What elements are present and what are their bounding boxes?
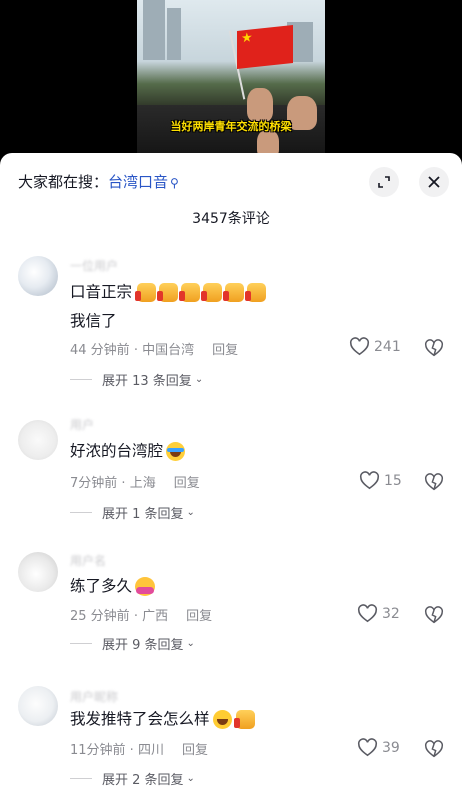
dislike-icon[interactable] <box>424 339 444 357</box>
comment-text-line-1: 我发推特了会怎么样 <box>70 708 258 730</box>
expand-replies-button[interactable]: 展开 9 条回复 ⌄ <box>70 634 195 653</box>
comment-username[interactable]: 一位用户 <box>70 257 118 274</box>
like-count: 39 <box>382 739 400 756</box>
avatar[interactable] <box>18 256 58 296</box>
comment-location: 广西 <box>142 609 169 624</box>
dislike-icon[interactable] <box>424 473 444 491</box>
heart-icon <box>358 604 377 623</box>
like-count: 32 <box>382 605 400 622</box>
expand-icon <box>378 176 390 188</box>
expand-replies-button[interactable]: 展开 13 条回复 ⌄ <box>70 370 203 389</box>
comment-location: 上海 <box>129 476 156 491</box>
search-prefix: 大家都在搜： <box>18 173 109 191</box>
comment-text-line-1: 好浓的台湾腔 <box>70 440 186 462</box>
close-icon <box>428 176 440 188</box>
video-player[interactable]: ★ 当好两岸青年交流的桥梁 <box>0 0 462 175</box>
chevron-down-icon: ⌄ <box>186 507 195 518</box>
grinning-sweat-icon <box>212 710 232 729</box>
like-button[interactable]: 241 <box>349 337 401 356</box>
heart-icon <box>360 471 379 490</box>
comment-meta: 7分钟前 · 上海 回复 <box>70 476 200 491</box>
search-suggestion[interactable]: 大家都在搜：台湾口音 ⚲ <box>18 171 179 192</box>
like-count: 15 <box>384 472 402 489</box>
expand-replies-button[interactable]: 展开 2 条回复 ⌄ <box>70 769 195 788</box>
like-count: 241 <box>374 338 401 355</box>
chevron-down-icon: ⌄ <box>186 638 195 649</box>
video-frame[interactable]: ★ 当好两岸青年交流的桥梁 <box>137 0 325 175</box>
comment-meta: 11分钟前 · 四川 回复 <box>70 743 208 758</box>
video-caption: 当好两岸青年交流的桥梁 <box>170 120 292 133</box>
thumbs-up-icon <box>156 283 178 302</box>
comment-text-line-2: 我信了 <box>70 312 117 330</box>
flag-image: ★ <box>237 25 293 69</box>
like-button[interactable]: 39 <box>357 738 400 757</box>
search-icon: ⚲ <box>170 176 179 190</box>
crying-laughing-icon <box>166 442 186 461</box>
reply-button[interactable]: 回复 <box>182 743 208 758</box>
avatar[interactable] <box>18 420 58 460</box>
thumbs-up-icon <box>178 283 200 302</box>
avatar[interactable] <box>18 686 58 726</box>
comment-count-title: 3457条评论 <box>192 211 270 227</box>
comments-sheet: 大家都在搜：台湾口音 ⚲ 3457条评论 一位用户 口音正宗 我信了 44 分钟前… <box>0 153 462 800</box>
dislike-icon[interactable] <box>424 740 444 758</box>
thumbs-up-icon <box>222 283 244 302</box>
heart-icon <box>358 738 377 757</box>
comment-meta: 44 分钟前 · 中国台湾 回复 <box>70 343 239 358</box>
comment-username[interactable]: 用户 <box>70 416 94 433</box>
comment-text-line-1: 口音正宗 <box>70 281 269 303</box>
comment-location: 中国台湾 <box>142 343 195 358</box>
comment-username[interactable]: 用户名 <box>70 552 106 569</box>
like-button[interactable]: 15 <box>359 471 402 490</box>
comment-location: 四川 <box>137 743 164 758</box>
heart-icon <box>350 337 369 356</box>
comment-time: 11分钟前 <box>70 743 126 758</box>
search-keyword-link[interactable]: 台湾口音 <box>108 173 168 191</box>
comment-time: 7分钟前 <box>70 476 118 491</box>
dislike-icon[interactable] <box>424 606 444 624</box>
reply-button[interactable]: 回复 <box>212 343 238 358</box>
expand-sheet-button[interactable] <box>369 167 399 197</box>
thumbs-up-icon <box>134 283 156 302</box>
comment-username[interactable]: 用户昵称 <box>70 688 118 705</box>
reply-button[interactable]: 回复 <box>186 609 212 624</box>
comment-text-line-1: 练了多久 <box>70 575 156 597</box>
thumbs-up-icon <box>244 283 266 302</box>
expand-replies-button[interactable]: 展开 1 条回复 ⌄ <box>70 503 195 522</box>
like-button[interactable]: 32 <box>357 604 400 623</box>
comment-meta: 25 分钟前 · 广西 回复 <box>70 609 213 624</box>
chevron-down-icon: ⌄ <box>186 773 195 784</box>
avatar[interactable] <box>18 552 58 592</box>
comment-time: 44 分钟前 <box>70 343 130 358</box>
hug-face-icon <box>135 577 156 596</box>
thumbs-up-icon <box>233 710 255 729</box>
reply-button[interactable]: 回复 <box>174 476 200 491</box>
chevron-down-icon: ⌄ <box>194 374 204 385</box>
thumbs-up-icon <box>200 283 222 302</box>
close-button[interactable] <box>419 167 449 197</box>
comment-time: 25 分钟前 <box>70 609 130 624</box>
